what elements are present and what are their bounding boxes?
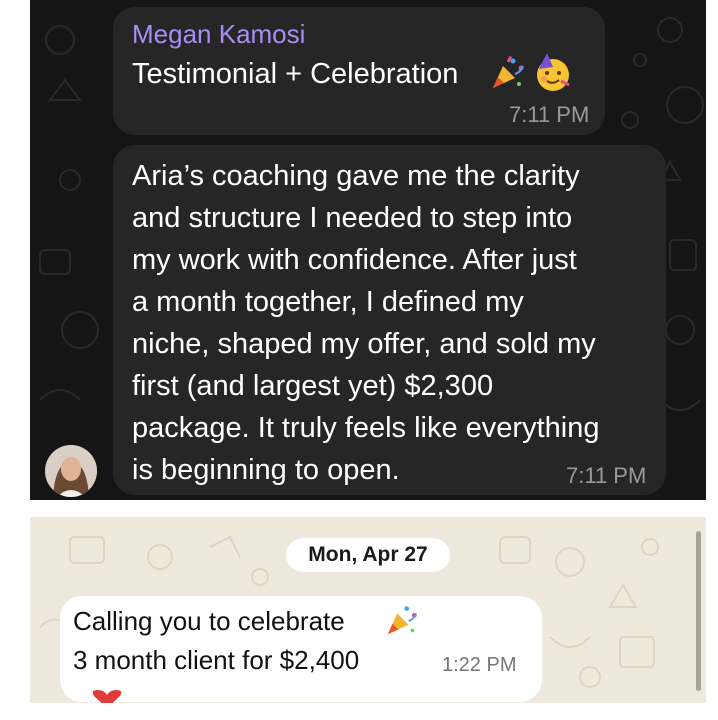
- message-time: 1:22 PM: [442, 654, 517, 676]
- message-line: a month together, I defined my: [132, 286, 524, 318]
- sender-name[interactable]: Megan Kamosi: [132, 19, 305, 50]
- chat-panel-light: Mon, Apr 27 Calling you to celebrate 3 m…: [30, 517, 706, 703]
- message-bubble-testimonial-title[interactable]: Megan Kamosi Testimonial + Celebration 7…: [113, 7, 605, 135]
- message-bubble-celebrate[interactable]: Calling you to celebrate 3 month client …: [60, 596, 542, 702]
- heart-icon[interactable]: [90, 690, 124, 703]
- message-line: and structure I needed to step into: [132, 202, 573, 234]
- message-time: 7:11 PM: [566, 463, 647, 488]
- partying-face-icon: [537, 53, 570, 91]
- message-line: 3 month client for $2,400: [73, 645, 360, 675]
- date-separator: Mon, Apr 27: [286, 538, 450, 572]
- message-line: first (and largest yet) $2,300: [132, 370, 494, 402]
- avatar[interactable]: [45, 445, 97, 497]
- message-text: Testimonial + Celebration: [132, 58, 459, 90]
- message-bubble-testimonial[interactable]: Aria’s coaching gave me the clarity and …: [113, 145, 666, 495]
- message-line: niche, shaped my offer, and sold my: [132, 328, 596, 360]
- chat-panel-dark: Megan Kamosi Testimonial + Celebration 7…: [30, 0, 706, 500]
- message-line: my work with confidence. After just: [132, 244, 577, 276]
- message-line: Aria’s coaching gave me the clarity: [132, 160, 580, 192]
- party-popper-icon: [387, 606, 418, 635]
- party-popper-icon: [493, 55, 524, 88]
- message-line: Calling you to celebrate: [73, 606, 345, 636]
- avatar-image: [45, 445, 97, 497]
- message-line: package. It truly feels like everything: [132, 412, 600, 444]
- message-time: 7:11 PM: [509, 102, 590, 127]
- message-text: Aria’s coaching gave me the clarity and …: [132, 155, 657, 491]
- scrollbar[interactable]: [696, 531, 701, 691]
